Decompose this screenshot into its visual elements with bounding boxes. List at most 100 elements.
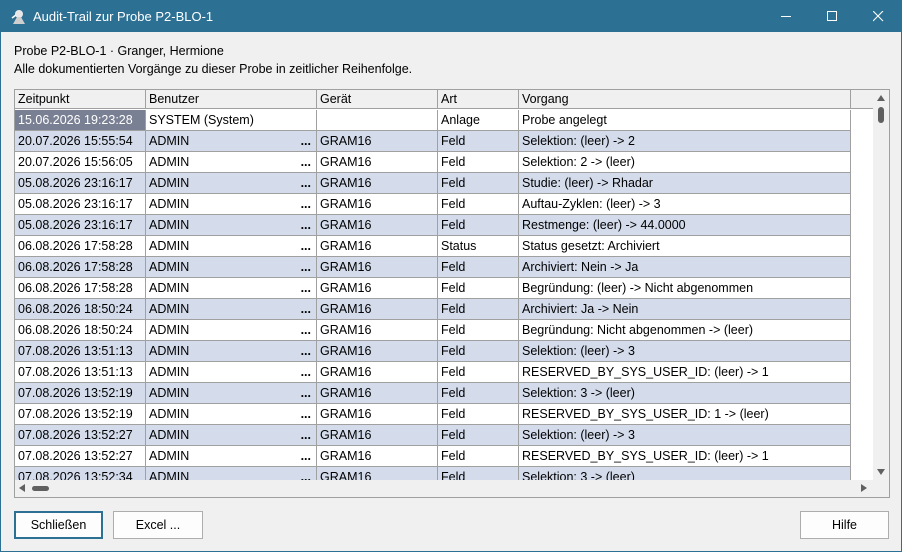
- table-row[interactable]: 07.08.2026 13:51:13 ADMIN... GRAM16 Feld RES…: [15, 362, 851, 383]
- cell-vorgang[interactable]: Archiviert: Ja -> Nein: [519, 299, 851, 320]
- cell-zeitpunkt[interactable]: 07.08.2026 13:51:13: [15, 362, 146, 383]
- cell-benutzer[interactable]: ADMIN...: [146, 257, 317, 278]
- table-row[interactable]: 07.08.2026 13:52:27 ADMIN... GRAM16 Feld Sel…: [15, 425, 851, 446]
- ellipsis-button[interactable]: ...: [301, 152, 311, 172]
- cell-benutzer[interactable]: ADMIN...: [146, 194, 317, 215]
- cell-art[interactable]: Feld: [438, 299, 519, 320]
- minimize-button[interactable]: [763, 1, 809, 32]
- cell-vorgang[interactable]: Begründung: Nicht abgenommen -> (leer): [519, 320, 851, 341]
- cell-benutzer[interactable]: ADMIN...: [146, 362, 317, 383]
- table-row[interactable]: 07.08.2026 13:51:13 ADMIN... GRAM16 Feld Sel…: [15, 341, 851, 362]
- table-row[interactable]: 07.08.2026 13:52:19 ADMIN... GRAM16 Feld Sel…: [15, 383, 851, 404]
- column-header-art[interactable]: Art: [438, 90, 519, 109]
- cell-vorgang[interactable]: Auftau-Zyklen: (leer) -> 3: [519, 194, 851, 215]
- cell-vorgang[interactable]: Selektion: (leer) -> 2: [519, 131, 851, 152]
- cell-zeitpunkt[interactable]: 07.08.2026 13:52:19: [15, 404, 146, 425]
- cell-zeitpunkt[interactable]: 07.08.2026 13:52:19: [15, 383, 146, 404]
- cell-zeitpunkt[interactable]: 15.06.2026 19:23:28: [15, 110, 146, 131]
- cell-vorgang[interactable]: Selektion: 3 -> (leer): [519, 383, 851, 404]
- ellipsis-button[interactable]: ...: [301, 383, 311, 403]
- cell-vorgang[interactable]: Restmenge: (leer) -> 44.0000: [519, 215, 851, 236]
- maximize-button[interactable]: [809, 1, 855, 32]
- cell-vorgang[interactable]: Status gesetzt: Archiviert: [519, 236, 851, 257]
- horizontal-scrollbar[interactable]: [15, 480, 873, 497]
- close-button[interactable]: Schließen: [14, 511, 103, 539]
- cell-vorgang[interactable]: Probe angelegt: [519, 110, 851, 131]
- close-window-button[interactable]: [855, 1, 901, 32]
- cell-geraet[interactable]: [317, 110, 438, 131]
- cell-benutzer[interactable]: ADMIN...: [146, 446, 317, 467]
- horizontal-scroll-thumb[interactable]: [32, 486, 49, 491]
- cell-benutzer[interactable]: ADMIN...: [146, 278, 317, 299]
- table-row[interactable]: 20.07.2026 15:56:05 ADMIN... GRAM16 Feld Sel…: [15, 152, 851, 173]
- cell-benutzer[interactable]: ADMIN...: [146, 404, 317, 425]
- cell-vorgang[interactable]: Selektion: (leer) -> 3: [519, 425, 851, 446]
- cell-benutzer[interactable]: ADMIN...: [146, 425, 317, 446]
- scroll-down-icon[interactable]: [877, 469, 885, 475]
- cell-geraet[interactable]: GRAM16: [317, 152, 438, 173]
- cell-geraet[interactable]: GRAM16: [317, 383, 438, 404]
- cell-benutzer[interactable]: SYSTEM (System): [146, 110, 317, 131]
- cell-vorgang[interactable]: Selektion: (leer) -> 3: [519, 341, 851, 362]
- cell-geraet[interactable]: GRAM16: [317, 425, 438, 446]
- table-row[interactable]: 15.06.2026 19:23:28 SYSTEM (System) Anlage…: [15, 110, 851, 131]
- ellipsis-button[interactable]: ...: [301, 215, 311, 235]
- ellipsis-button[interactable]: ...: [301, 341, 311, 361]
- ellipsis-button[interactable]: ...: [301, 425, 311, 445]
- cell-art[interactable]: Feld: [438, 278, 519, 299]
- help-button[interactable]: Hilfe: [800, 511, 889, 539]
- ellipsis-button[interactable]: ...: [301, 299, 311, 319]
- cell-geraet[interactable]: GRAM16: [317, 173, 438, 194]
- audit-table[interactable]: Zeitpunkt Benutzer Gerät Art Vorgang 15.…: [14, 89, 890, 498]
- cell-art[interactable]: Feld: [438, 383, 519, 404]
- ellipsis-button[interactable]: ...: [301, 404, 311, 424]
- cell-vorgang[interactable]: RESERVED_BY_SYS_USER_ID: (leer) -> 1: [519, 446, 851, 467]
- cell-zeitpunkt[interactable]: 05.08.2026 23:16:17: [15, 173, 146, 194]
- ellipsis-button[interactable]: ...: [301, 446, 311, 466]
- cell-art[interactable]: Feld: [438, 404, 519, 425]
- cell-art[interactable]: Feld: [438, 215, 519, 236]
- cell-benutzer[interactable]: ADMIN...: [146, 383, 317, 404]
- cell-vorgang[interactable]: Begründung: (leer) -> Nicht abgenommen: [519, 278, 851, 299]
- cell-art[interactable]: Feld: [438, 446, 519, 467]
- cell-zeitpunkt[interactable]: 07.08.2026 13:51:13: [15, 341, 146, 362]
- cell-zeitpunkt[interactable]: 20.07.2026 15:56:05: [15, 152, 146, 173]
- cell-geraet[interactable]: GRAM16: [317, 194, 438, 215]
- table-row[interactable]: 05.08.2026 23:16:17 ADMIN... GRAM16 Feld Res…: [15, 215, 851, 236]
- ellipsis-button[interactable]: ...: [301, 131, 311, 151]
- cell-geraet[interactable]: GRAM16: [317, 446, 438, 467]
- cell-art[interactable]: Feld: [438, 425, 519, 446]
- cell-vorgang[interactable]: Archiviert: Nein -> Ja: [519, 257, 851, 278]
- ellipsis-button[interactable]: ...: [301, 320, 311, 340]
- ellipsis-button[interactable]: ...: [301, 257, 311, 277]
- cell-zeitpunkt[interactable]: 06.08.2026 17:58:28: [15, 278, 146, 299]
- table-row[interactable]: 05.08.2026 23:16:17 ADMIN... GRAM16 Feld Stu…: [15, 173, 851, 194]
- cell-zeitpunkt[interactable]: 07.08.2026 13:52:27: [15, 425, 146, 446]
- title-bar[interactable]: Audit-Trail zur Probe P2-BLO-1: [1, 1, 901, 32]
- cell-art[interactable]: Feld: [438, 152, 519, 173]
- column-header-zeitpunkt[interactable]: Zeitpunkt: [15, 90, 146, 109]
- cell-zeitpunkt[interactable]: 20.07.2026 15:55:54: [15, 131, 146, 152]
- ellipsis-button[interactable]: ...: [301, 173, 311, 193]
- cell-benutzer[interactable]: ADMIN...: [146, 173, 317, 194]
- cell-vorgang[interactable]: RESERVED_BY_SYS_USER_ID: (leer) -> 1: [519, 362, 851, 383]
- excel-export-button[interactable]: Excel ...: [113, 511, 203, 539]
- table-row[interactable]: 20.07.2026 15:55:54 ADMIN... GRAM16 Feld Sel…: [15, 131, 851, 152]
- cell-geraet[interactable]: GRAM16: [317, 362, 438, 383]
- cell-geraet[interactable]: GRAM16: [317, 299, 438, 320]
- cell-zeitpunkt[interactable]: 06.08.2026 17:58:28: [15, 236, 146, 257]
- cell-geraet[interactable]: GRAM16: [317, 215, 438, 236]
- cell-geraet[interactable]: GRAM16: [317, 404, 438, 425]
- cell-geraet[interactable]: GRAM16: [317, 320, 438, 341]
- cell-art[interactable]: Feld: [438, 131, 519, 152]
- ellipsis-button[interactable]: ...: [301, 194, 311, 214]
- cell-art[interactable]: Feld: [438, 362, 519, 383]
- column-header-geraet[interactable]: Gerät: [317, 90, 438, 109]
- table-row[interactable]: 06.08.2026 17:58:28 ADMIN... GRAM16 Feld Beg…: [15, 278, 851, 299]
- cell-zeitpunkt[interactable]: 05.08.2026 23:16:17: [15, 215, 146, 236]
- cell-art[interactable]: Feld: [438, 320, 519, 341]
- cell-art[interactable]: Feld: [438, 341, 519, 362]
- table-row[interactable]: 06.08.2026 17:58:28 ADMIN... GRAM16 Status S…: [15, 236, 851, 257]
- table-row[interactable]: 06.08.2026 18:50:24 ADMIN... GRAM16 Feld Beg…: [15, 320, 851, 341]
- column-header-benutzer[interactable]: Benutzer: [146, 90, 317, 109]
